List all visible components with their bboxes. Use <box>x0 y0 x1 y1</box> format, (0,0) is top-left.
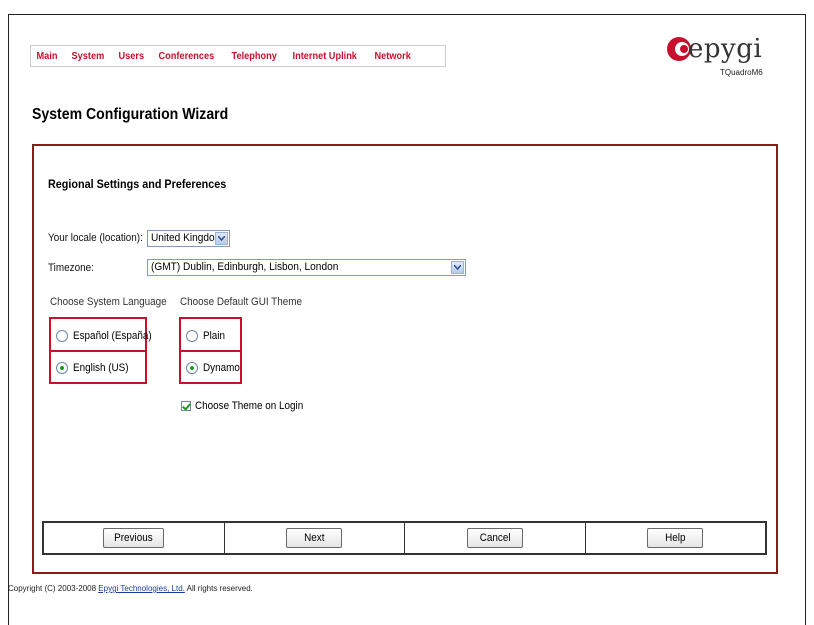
radio-dynamo[interactable] <box>186 361 198 374</box>
timezone-label: Timezone: <box>48 262 94 274</box>
help-cell: Help <box>586 523 766 553</box>
chevron-down-icon[interactable] <box>451 261 464 274</box>
nav-main[interactable]: Main <box>31 51 63 62</box>
choose-theme-checkbox[interactable] <box>181 401 191 411</box>
cancel-label: Cancel <box>479 532 511 544</box>
copyright-prefix: Copyright (C) 2003-2008 <box>8 584 99 593</box>
radio-espanol[interactable] <box>56 329 68 342</box>
nav-conferences[interactable]: Conferences <box>153 51 220 62</box>
chevron-down-icon[interactable] <box>215 232 228 245</box>
company-link[interactable]: Epygi Technologies, Ltd. <box>98 584 185 593</box>
choose-theme-on-login[interactable]: Choose Theme on Login <box>181 400 315 412</box>
theme-options: Plain Dynamo <box>179 317 242 384</box>
language-english-label: English (US) <box>73 361 129 374</box>
theme-option-plain[interactable]: Plain <box>181 319 240 352</box>
logo-model: TQuadroM6 <box>720 68 763 77</box>
previous-label: Previous <box>114 532 154 544</box>
radio-plain[interactable] <box>186 329 198 342</box>
help-label: Help <box>665 532 686 544</box>
next-label: Next <box>304 532 325 544</box>
language-options: Español (España) English (US) <box>49 317 152 384</box>
previous-cell: Previous <box>44 523 225 553</box>
language-espanol-label: Español (España) <box>73 329 152 342</box>
page-title: System Configuration Wizard <box>32 106 229 123</box>
language-option-espanol[interactable]: Español (España) <box>51 319 152 352</box>
theme-plain-label: Plain <box>203 329 226 342</box>
main-menu: Main System Users Conferences Telephony … <box>30 45 446 67</box>
theme-heading: Choose Default GUI Theme <box>180 296 302 308</box>
nav-users[interactable]: Users <box>113 51 150 62</box>
locale-value: United Kingdom <box>151 232 224 244</box>
language-heading: Choose System Language <box>50 296 167 308</box>
language-option-english[interactable]: English (US) <box>51 350 145 383</box>
copyright: Copyright (C) 2003-2008 Epygi Technologi… <box>8 584 253 593</box>
nav-telephony[interactable]: Telephony <box>226 51 282 62</box>
locale-label: Your locale (location): <box>48 232 143 244</box>
cancel-cell: Cancel <box>405 523 586 553</box>
copyright-suffix: All rights reserved. <box>184 584 253 593</box>
nav-network[interactable]: Network <box>369 51 416 62</box>
epygi-logo: epygi TQuadroM6 <box>666 34 796 84</box>
nav-system[interactable]: System <box>66 51 110 62</box>
theme-dynamo-label: Dynamo <box>203 361 240 374</box>
wizard-panel: Regional Settings and Preferences Your l… <box>32 144 778 574</box>
cancel-button[interactable]: Cancel <box>466 528 523 548</box>
wizard-button-bar: Previous Next Cancel Help <box>42 521 767 555</box>
previous-button[interactable]: Previous <box>103 528 165 548</box>
next-button[interactable]: Next <box>286 528 343 548</box>
radio-english[interactable] <box>56 361 68 374</box>
theme-option-dynamo[interactable]: Dynamo <box>181 350 240 383</box>
nav-internet-uplink[interactable]: Internet Uplink <box>287 51 362 62</box>
timezone-select[interactable]: (GMT) Dublin, Edinburgh, Lisbon, London <box>147 259 466 276</box>
section-title: Regional Settings and Preferences <box>48 177 227 191</box>
logo-brand: epygi <box>688 34 763 64</box>
locale-select[interactable]: United Kingdom <box>147 230 230 247</box>
choose-theme-label: Choose Theme on Login <box>195 400 304 412</box>
next-cell: Next <box>225 523 405 553</box>
timezone-value: (GMT) Dublin, Edinburgh, Lisbon, London <box>151 261 339 273</box>
help-button[interactable]: Help <box>647 528 704 548</box>
